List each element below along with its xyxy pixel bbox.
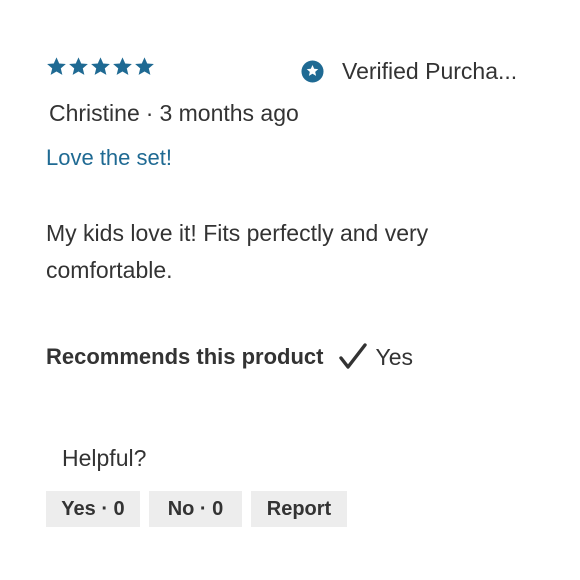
star-badge-icon [301, 59, 324, 83]
star-icon [91, 57, 110, 75]
meta-separator: · [145, 100, 154, 126]
star-icon [113, 57, 132, 75]
review-body: My kids love it! Fits perfectly and very… [46, 220, 429, 283]
helpful-no-button[interactable]: No · 0 [149, 491, 242, 527]
helpful-buttons: Yes · 0 No · 0 Report [46, 491, 347, 527]
helpful-yes-button[interactable]: Yes · 0 [46, 491, 140, 527]
star-icon [69, 57, 88, 75]
star-icon [47, 57, 66, 75]
review-meta: Christine · 3 months ago [49, 99, 299, 127]
recommends-label: Recommends this product [46, 344, 324, 369]
verified-purchase: Verified Purcha... [301, 58, 517, 84]
recommends-value: Yes [375, 344, 414, 370]
verified-label: Verified Purcha... [342, 58, 518, 84]
checkmark-icon [339, 343, 368, 369]
review-time: 3 months ago [159, 100, 299, 126]
star-icon [135, 57, 154, 75]
review-card: Verified Purcha... Christine · 3 months ag… [0, 0, 580, 580]
report-button[interactable]: Report [251, 491, 347, 527]
recommends-row: Recommends this product Yes [46, 342, 413, 372]
star-rating [46, 56, 155, 77]
author-name: Christine [49, 100, 140, 126]
helpful-label: Helpful? [62, 445, 147, 471]
review-title: Love the set! [46, 145, 172, 170]
